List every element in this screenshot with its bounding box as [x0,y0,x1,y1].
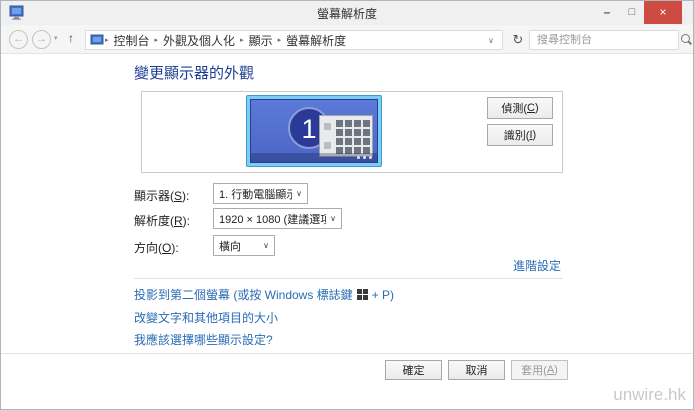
separator [1,353,693,354]
breadcrumb-item-screen-resolution[interactable]: 螢幕解析度 [282,32,350,49]
search-input[interactable] [530,34,679,46]
apply-mnemonic: A [547,364,554,376]
project-link-text: 投影到第二個螢幕 (或按 Windows 標誌鍵 [134,288,353,302]
identify-label-end: ) [533,129,537,141]
detect-label-end: ) [535,102,539,114]
display-mnemonic: S [174,189,182,203]
window-title: 螢幕解析度 [1,5,693,22]
recent-pages-chevron-icon[interactable]: ▾ [54,34,58,42]
monitor-taskbar-strip [251,153,377,162]
apply-label-end: ) [554,364,558,376]
page-title: 變更顯示器的外觀 [134,62,254,83]
resolution-label: 解析度(R): [134,212,190,229]
address-dropdown-chevron-icon[interactable]: ∨ [488,36,498,45]
chevron-down-icon: ∨ [330,214,336,223]
identify-label: 識別( [504,127,530,143]
chevron-down-icon: ∨ [296,189,302,198]
separator [134,278,563,279]
project-second-screen-link[interactable]: 投影到第二個螢幕 (或按 Windows 標誌鍵 + P) [134,286,394,303]
apply-label: 套用( [521,362,547,378]
dialog-buttons: 確定 取消 套用(A) [385,360,568,380]
project-link-text-end: + P) [372,288,394,302]
monitor-screen: 1 [250,99,378,163]
display-select-value: 1. 行動電腦顯示器 [219,186,292,202]
text-size-link[interactable]: 改變文字和其他項目的大小 [134,309,278,326]
cancel-button[interactable]: 取消 [448,360,505,380]
display-help-link[interactable]: 我應該選擇哪些顯示設定? [134,331,273,348]
up-button[interactable]: ↑ [63,31,79,45]
refresh-button[interactable]: ↻ [507,30,529,50]
breadcrumb-item-display[interactable]: 顯示 [245,32,277,49]
resolution-select[interactable]: 1920 × 1080 (建議選項) ∨ [213,208,342,229]
advanced-settings-link[interactable]: 進階設定 [513,257,561,274]
identify-button[interactable]: 識別(I) [487,124,553,146]
breadcrumb: ▸ 控制台 ▸ 外觀及個人化 ▸ 顯示 ▸ 螢幕解析度 ∨ [85,30,503,50]
maximize-button[interactable]: □ [620,1,644,24]
resolution-label-end: ): [183,214,190,228]
close-button[interactable]: × [644,1,682,24]
detect-label: 偵測( [501,100,527,116]
back-button[interactable]: ← [9,30,28,49]
search-box [529,30,679,50]
titlebar: 螢幕解析度 – □ × [1,1,693,25]
resolution-label-text: 解析度( [134,214,174,228]
resolution-select-value: 1920 × 1080 (建議選項) [219,211,326,227]
chevron-down-icon: ∨ [263,241,269,250]
orientation-label-text: 方向( [134,241,162,255]
screen-resolution-window: 螢幕解析度 – □ × ← → ▾ ↑ ▸ 控制台 ▸ 外觀及個人化 ▸ 顯示 … [0,0,694,410]
resolution-mnemonic: R [174,214,183,228]
display-label-end: ): [182,189,189,203]
display-label: 顯示器(S): [134,187,189,204]
monitor-preview-panel: 1 偵測(C) 識別(I) [141,91,563,173]
detect-mnemonic: C [527,102,535,114]
ok-button[interactable]: 確定 [385,360,442,380]
detect-button[interactable]: 偵測(C) [487,97,553,119]
minimize-button[interactable]: – [595,1,619,24]
orientation-select-value: 橫向 [219,238,259,254]
control-panel-icon [90,34,104,46]
watermark: unwire.hk [613,385,686,405]
display-label-text: 顯示器( [134,189,174,203]
breadcrumb-item-control-panel[interactable]: 控制台 [110,32,154,49]
forward-button[interactable]: → [32,30,51,49]
apply-button[interactable]: 套用(A) [511,360,568,380]
start-screen-thumbnail-icon [319,115,373,157]
orientation-label: 方向(O): [134,239,179,256]
windows-logo-icon [357,289,368,300]
breadcrumb-item-appearance[interactable]: 外觀及個人化 [159,32,239,49]
orientation-select[interactable]: 橫向 ∨ [213,235,275,256]
display-select[interactable]: 1. 行動電腦顯示器 ∨ [213,183,308,204]
monitor-1-preview[interactable]: 1 [246,95,382,167]
orientation-mnemonic: O [162,241,171,255]
address-bar: ← → ▾ ↑ ▸ 控制台 ▸ 外觀及個人化 ▸ 顯示 ▸ 螢幕解析度 ∨ ↻ [1,25,693,54]
orientation-label-end: ): [171,241,178,255]
